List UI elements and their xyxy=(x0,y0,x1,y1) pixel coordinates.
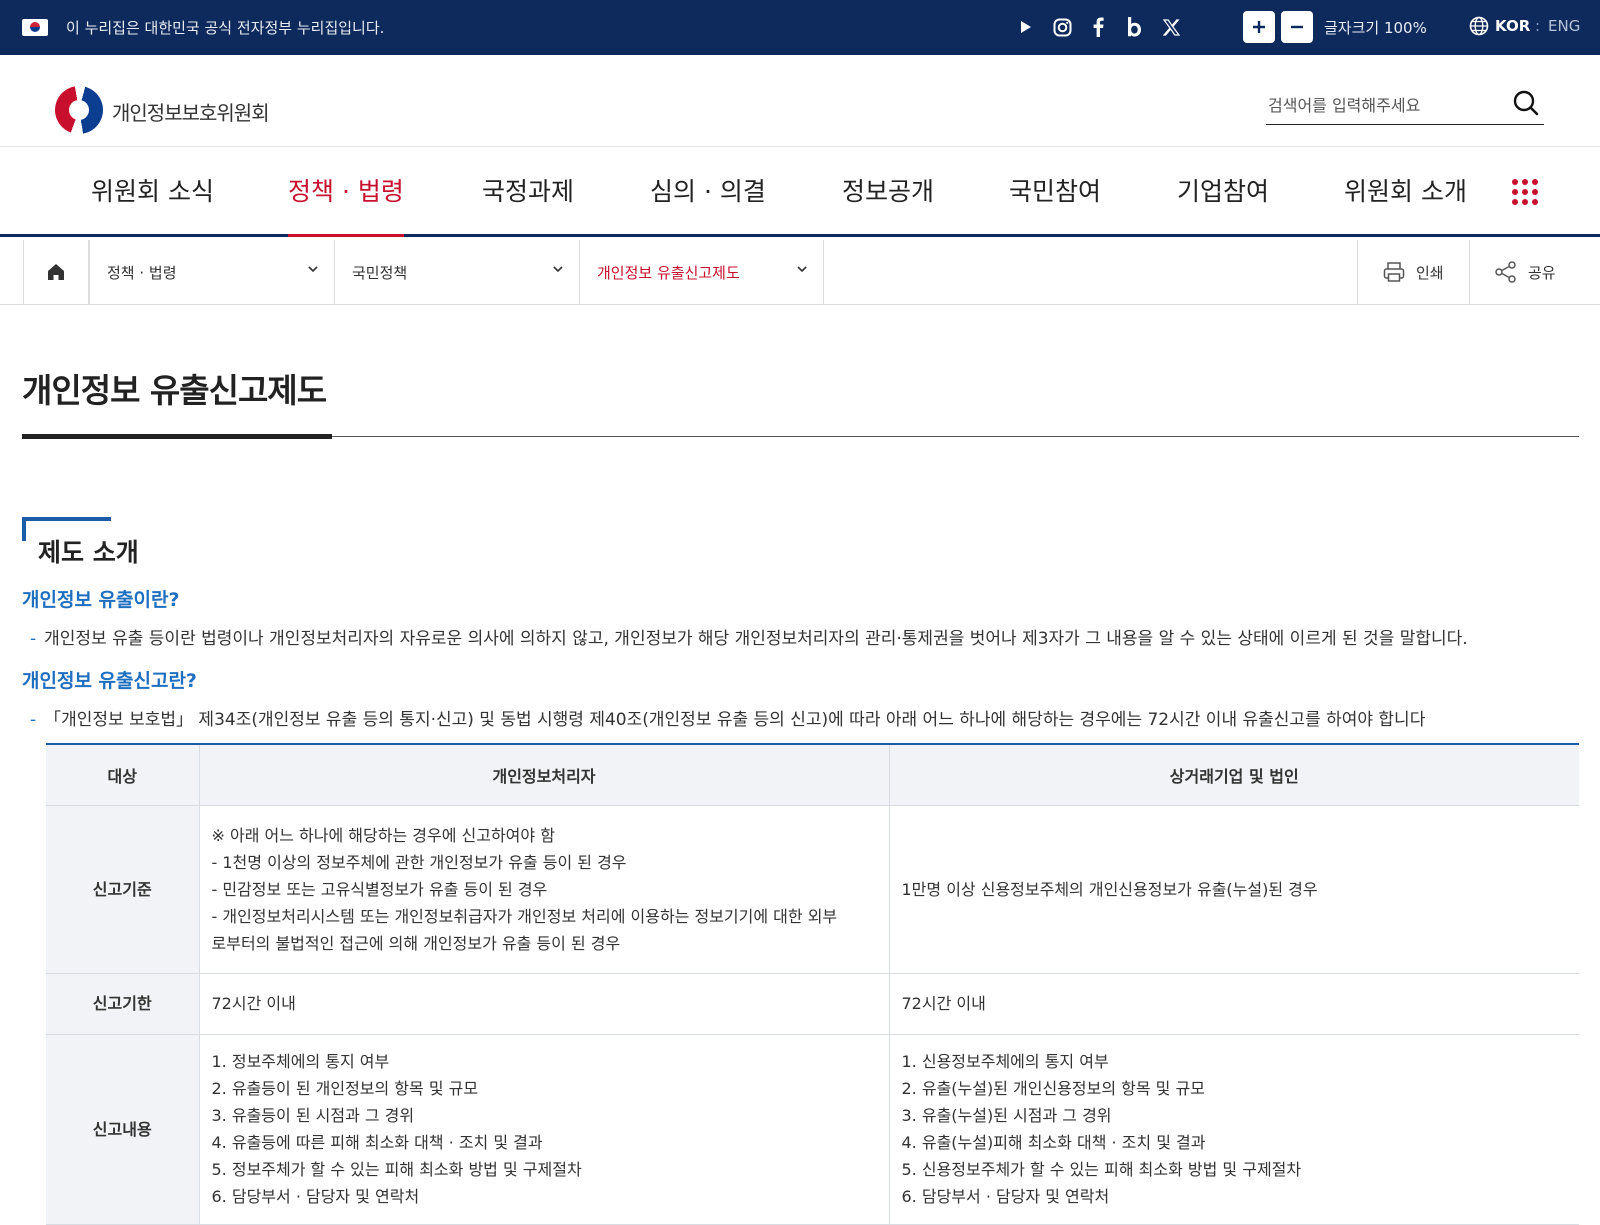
site-logo-text[interactable]: 개인정보보호위원회 xyxy=(112,97,270,126)
font-size-increase-button[interactable] xyxy=(1243,11,1275,43)
breadcrumb-level2-dropdown[interactable]: 국민정책 xyxy=(334,240,579,304)
site-header: 개인정보보호위원회 xyxy=(0,55,1600,147)
cell-line: 3. 유출(누설)된 시점과 그 경위 xyxy=(901,1106,1112,1125)
table-cell: ※ 아래 어느 하나에 해당하는 경우에 신고하여야 함 - 1천명 이상의 정… xyxy=(198,804,890,974)
table-header-processor: 개인정보처리자 xyxy=(198,743,890,806)
printer-icon xyxy=(1383,262,1405,282)
answer-leak-definition: - 개인정보 유출 등이란 법령이나 개인정보처리자의 자유로운 의사에 의하지 … xyxy=(30,624,1468,649)
facebook-icon[interactable] xyxy=(1085,14,1111,40)
breadcrumb: 정책 · 법령 국민정책 개인정보 유출신고제도 인쇄 공유 xyxy=(0,240,1600,305)
row-label: 신고기준 xyxy=(46,804,200,974)
nav-item-public-participation[interactable]: 국민참여 xyxy=(1009,172,1101,208)
instagram-icon[interactable] xyxy=(1049,14,1075,40)
x-icon[interactable] xyxy=(1158,14,1184,40)
nav-item-policy-law[interactable]: 정책 · 법령 xyxy=(288,172,404,237)
nav-item-committee-news[interactable]: 위원회 소식 xyxy=(91,172,214,208)
nav-item-deliberation[interactable]: 심의 · 의결 xyxy=(650,172,766,208)
title-underline xyxy=(22,434,332,439)
table-header-target: 대상 xyxy=(46,743,200,806)
share-label: 공유 xyxy=(1528,264,1556,282)
table-cell: 1만명 이상 신용정보주체의 개인신용정보가 유출(누설)된 경우 xyxy=(888,804,1579,974)
cell-line: 6. 담당부서 · 담당자 및 연락처 xyxy=(211,1187,420,1206)
main-navigation: 위원회 소식 정책 · 법령 국정과제 심의 · 의결 정보공개 국민참여 기업… xyxy=(0,147,1600,237)
cell-line: - 1천명 이상의 정보주체에 관한 개인정보가 유출 등이 된 경우 xyxy=(211,852,627,872)
search-box xyxy=(1266,85,1544,125)
table-header-row: 대상 개인정보처리자 상거래기업 및 법인 xyxy=(46,743,1579,806)
cell-line: 72시간 이내 xyxy=(901,994,986,1013)
cell-line: 1. 신용정보주체에의 통지 여부 xyxy=(901,1052,1109,1071)
report-criteria-table: 대상 개인정보처리자 상거래기업 및 법인 신고기준 ※ 아래 어느 하나에 해… xyxy=(46,743,1579,1225)
chevron-down-icon xyxy=(553,266,563,273)
chevron-down-icon xyxy=(797,266,807,273)
share-icon xyxy=(1495,261,1516,283)
bullet-dash: - xyxy=(30,710,37,730)
youtube-icon[interactable] xyxy=(1012,14,1038,40)
nav-item-committee-intro[interactable]: 위원회 소개 xyxy=(1344,172,1467,208)
share-button[interactable]: 공유 xyxy=(1469,240,1579,304)
bullet-dash: - xyxy=(30,629,37,649)
section-title: 제도 소개 xyxy=(38,538,139,567)
cell-line: - 민감정보 또는 고유식별정보가 유출 등이 된 경우 xyxy=(211,879,548,899)
search-input[interactable] xyxy=(1268,91,1498,119)
breadcrumb-level1-dropdown[interactable]: 정책 · 법령 xyxy=(89,240,334,304)
cell-line: 4. 유출등에 따른 피해 최소화 대책 · 조치 및 결과 xyxy=(211,1133,543,1152)
cell-line: 4. 유출(누설)피해 최소화 대책 · 조치 및 결과 xyxy=(901,1133,1206,1152)
cell-line: ※ 아래 어느 하나에 해당하는 경우에 신고하여야 함 xyxy=(211,825,555,845)
gov-banner-text: 이 누리집은 대한민국 공식 전자정부 누리집입니다. xyxy=(66,19,385,37)
table-cell: 1. 정보주체에의 통지 여부 2. 유출등이 된 개인정보의 항목 및 규모 … xyxy=(198,1033,890,1225)
cell-line: 3. 유출등이 된 시점과 그 경위 xyxy=(211,1106,415,1125)
cell-line: - 개인정보처리시스템 또는 개인정보취급자가 개인정보 처리에 이용하는 정보… xyxy=(211,906,838,926)
print-button[interactable]: 인쇄 xyxy=(1357,240,1469,304)
table-cell: 72시간 이내 xyxy=(198,972,890,1035)
home-button[interactable] xyxy=(23,240,89,304)
cell-line: 로부터의 불법적인 접근에 의해 개인정보가 유출 등이 된 경우 xyxy=(211,933,621,953)
nav-item-info-disclosure[interactable]: 정보공개 xyxy=(842,172,934,208)
cell-line: 2. 유출등이 된 개인정보의 항목 및 규모 xyxy=(211,1079,479,1098)
lang-separator: : xyxy=(1535,17,1541,35)
breadcrumb-level3-dropdown[interactable]: 개인정보 유출신고제도 xyxy=(579,240,824,304)
blog-icon[interactable] xyxy=(1121,14,1147,40)
page-title: 개인정보 유출신고제도 xyxy=(22,371,327,410)
print-label: 인쇄 xyxy=(1416,264,1444,282)
font-size-label: 글자크기 100% xyxy=(1324,19,1427,37)
row-label: 신고기한 xyxy=(46,972,200,1035)
home-icon xyxy=(48,264,64,280)
table-cell: 1. 신용정보주체에의 통지 여부 2. 유출(누설)된 개인신용정보의 항목 … xyxy=(888,1033,1579,1225)
cell-line: 5. 정보주체가 할 수 있는 피해 최소화 방법 및 구제절차 xyxy=(211,1160,582,1179)
cell-line: 1만명 이상 신용정보주체의 개인신용정보가 유출(누설)된 경우 xyxy=(901,879,1318,899)
breadcrumb-level2-label: 국민정책 xyxy=(352,264,408,282)
answer-leak-report-text: 「개인정보 보호법」 제34조(개인정보 유출 등의 통지·신고) 및 동법 시… xyxy=(44,710,1426,730)
korean-flag-icon xyxy=(22,19,48,36)
government-emblem-logo[interactable] xyxy=(55,86,103,134)
cell-line: 1. 정보주체에의 통지 여부 xyxy=(211,1052,390,1071)
gov-banner: 이 누리집은 대한민국 공식 전자정부 누리집입니다. 글자크기 100% KO… xyxy=(0,0,1600,55)
chevron-down-icon xyxy=(308,266,318,273)
table-row: 신고내용 1. 정보주체에의 통지 여부 2. 유출등이 된 개인정보의 항목 … xyxy=(46,1033,1579,1225)
nav-item-national-tasks[interactable]: 국정과제 xyxy=(482,172,574,208)
nav-item-business-participation[interactable]: 기업참여 xyxy=(1177,172,1269,208)
table-row: 신고기한 72시간 이내 72시간 이내 xyxy=(46,972,1579,1035)
breadcrumb-level3-label: 개인정보 유출신고제도 xyxy=(597,264,740,282)
font-size-decrease-button[interactable] xyxy=(1281,11,1313,43)
lang-eng-link[interactable]: ENG xyxy=(1548,17,1580,35)
lang-kor-link[interactable]: KOR xyxy=(1495,17,1530,35)
table-row: 신고기준 ※ 아래 어느 하나에 해당하는 경우에 신고하여야 함 - 1천명 … xyxy=(46,804,1579,974)
table-cell: 72시간 이내 xyxy=(888,972,1579,1035)
question-leak-definition: 개인정보 유출이란? xyxy=(22,589,180,611)
cell-line: 6. 담당부서 · 담당자 및 연락처 xyxy=(901,1187,1110,1206)
answer-leak-report: - 「개인정보 보호법」 제34조(개인정보 유출 등의 통지·신고) 및 동법 … xyxy=(30,705,1425,730)
cell-line: 2. 유출(누설)된 개인신용정보의 항목 및 규모 xyxy=(901,1079,1205,1098)
cell-line: 5. 신용정보주체가 할 수 있는 피해 최소화 방법 및 구제절차 xyxy=(901,1160,1302,1179)
answer-leak-definition-text: 개인정보 유출 등이란 법령이나 개인정보처리자의 자유로운 의사에 의하지 않… xyxy=(44,629,1468,649)
question-leak-report: 개인정보 유출신고란? xyxy=(22,670,197,692)
row-label: 신고내용 xyxy=(46,1033,200,1225)
breadcrumb-level1-label: 정책 · 법령 xyxy=(107,264,177,282)
search-icon[interactable] xyxy=(1512,89,1540,117)
all-menu-icon[interactable] xyxy=(1512,179,1538,205)
table-header-commerce: 상거래기업 및 법인 xyxy=(888,743,1579,806)
cell-line: 72시간 이내 xyxy=(211,994,296,1013)
